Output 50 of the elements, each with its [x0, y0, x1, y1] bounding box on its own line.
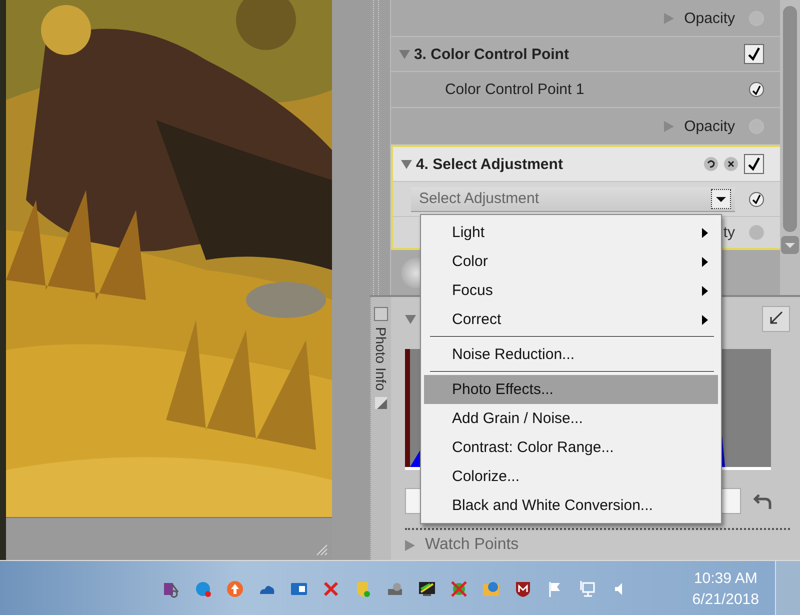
checkbox[interactable]	[744, 154, 764, 174]
radio-button[interactable]	[749, 192, 764, 206]
submenu-arrow-icon	[702, 314, 708, 324]
section-title: 3. Color Control Point	[414, 46, 570, 62]
opacity-label: ty	[723, 224, 735, 241]
radio-button[interactable]	[749, 82, 764, 97]
expand-triangle-icon[interactable]	[405, 540, 415, 550]
expand-triangle-icon[interactable]	[664, 12, 674, 24]
radio-button[interactable]	[749, 225, 764, 240]
menu-item[interactable]: Add Grain / Noise...	[424, 404, 718, 433]
scroll-down-icon[interactable]	[781, 236, 799, 254]
menu-item[interactable]: Color	[424, 247, 718, 276]
monitor-icon[interactable]	[418, 580, 436, 598]
menu-item[interactable]: Correct	[424, 305, 718, 334]
control-point-label[interactable]: Color Control Point 1	[444, 81, 735, 98]
menu-item[interactable]: Noise Reduction...	[424, 340, 718, 369]
adjustment-dropdown[interactable]: Select Adjustment	[410, 186, 735, 212]
menu-item[interactable]: Photo Effects...	[424, 375, 718, 404]
menu-item[interactable]: Contrast: Color Range...	[424, 433, 718, 462]
upload-icon[interactable]	[226, 580, 244, 598]
resize-grip-icon[interactable]	[314, 542, 328, 556]
expand-icon[interactable]	[762, 306, 790, 332]
section-title: 4. Select Adjustment	[416, 156, 564, 172]
shield-m-icon[interactable]	[514, 580, 532, 598]
menu-item[interactable]: Light	[424, 218, 718, 247]
menu-item[interactable]: Colorize...	[424, 462, 718, 491]
opacity-label: Opacity	[684, 10, 735, 26]
close-icon[interactable]	[724, 157, 738, 171]
cross-icon[interactable]	[322, 580, 340, 598]
undo-icon[interactable]	[704, 157, 718, 171]
corner-icon[interactable]	[375, 396, 387, 409]
photo-info-tab[interactable]: Photo Info	[373, 327, 389, 391]
expand-triangle-icon[interactable]	[664, 120, 674, 132]
network-icon[interactable]	[578, 580, 596, 598]
chat-icon[interactable]	[194, 580, 212, 598]
submenu-arrow-icon	[702, 286, 708, 296]
menu-item[interactable]: Focus	[424, 276, 718, 305]
collapse-triangle-icon[interactable]	[400, 158, 412, 170]
scrollbar-thumb[interactable]	[783, 6, 797, 232]
folder-icon[interactable]	[482, 580, 500, 598]
collapse-triangle-icon[interactable]	[405, 314, 416, 324]
submenu-arrow-icon	[702, 256, 708, 266]
opacity-label: Opacity	[684, 118, 735, 134]
menu-item[interactable]: Black and White Conversion...	[424, 491, 718, 520]
checkbox[interactable]	[744, 44, 764, 64]
collapse-icon[interactable]	[374, 307, 388, 321]
collapse-triangle-icon[interactable]	[398, 48, 410, 60]
submenu-arrow-icon	[702, 228, 708, 238]
show-desktop-button[interactable]	[775, 561, 800, 615]
shield-icon[interactable]	[354, 580, 372, 598]
